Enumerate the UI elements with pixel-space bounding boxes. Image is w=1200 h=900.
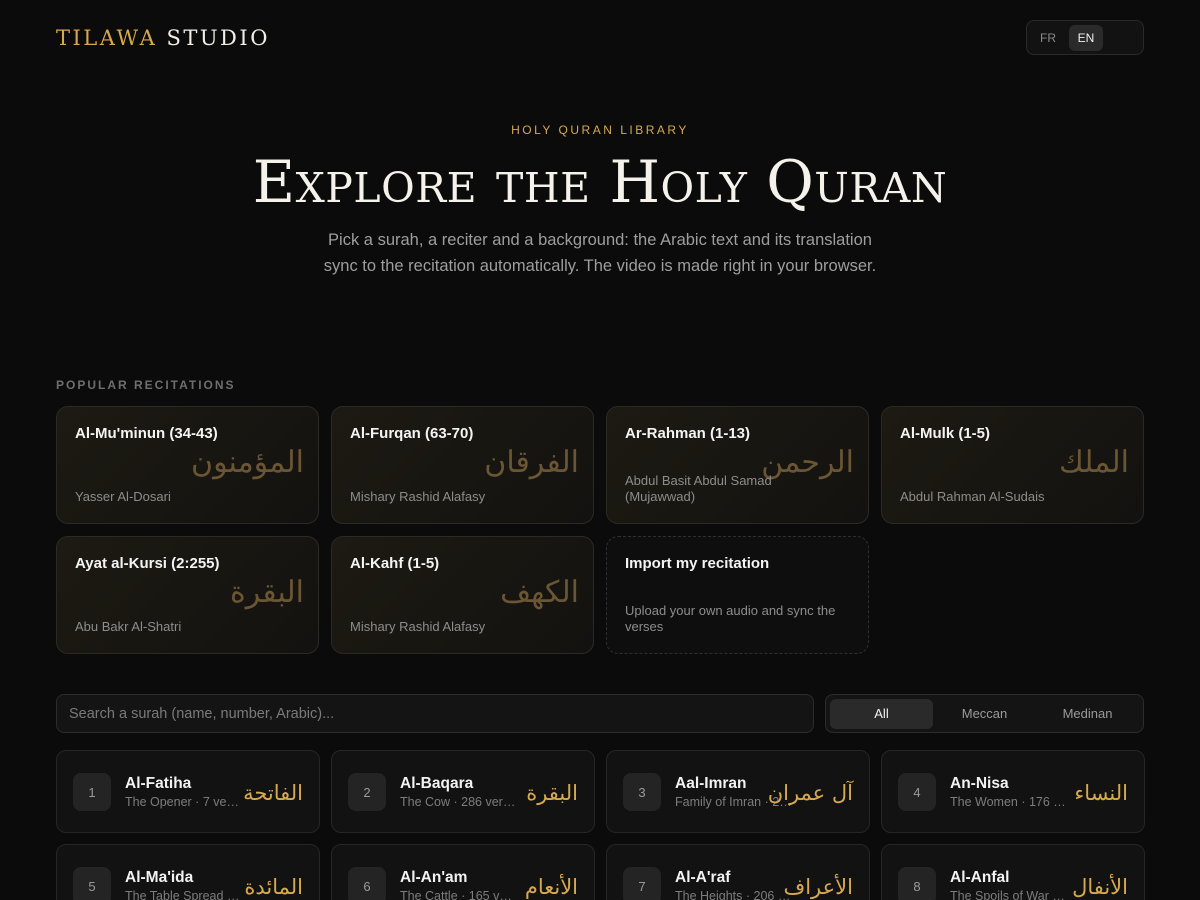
search-input[interactable] (56, 694, 814, 733)
surah-number: 2 (348, 773, 386, 811)
filter-all-button[interactable]: All (830, 698, 933, 729)
popular-card[interactable]: Al-Mulk (1-5) الملك Abdul Rahman Al-Suda… (881, 406, 1144, 524)
surah-card[interactable]: 3 Aal-Imran Family of Imran · 200 verses… (606, 750, 870, 833)
surah-number: 7 (623, 867, 661, 900)
surah-card[interactable]: 6 Al-An'am The Cattle · 165 verses الأنع… (331, 844, 595, 900)
popular-card-title: Ayat al-Kursi (2:255) (75, 555, 220, 572)
surah-grid: 1 Al-Fatiha The Opener · 7 verses الفاتح… (56, 750, 1145, 900)
popular-card[interactable]: Al-Kahf (1-5) الكهف Mishary Rashid Alafa… (331, 536, 594, 654)
lang-en-button[interactable]: EN (1069, 24, 1103, 51)
surah-meta: The Opener · 7 verses (125, 795, 243, 809)
search-row: All Meccan Medinan (56, 694, 1144, 733)
surah-number: 4 (898, 773, 936, 811)
surah-name: Al-Anfal (950, 869, 1010, 886)
popular-card-title: Al-Mulk (1-5) (900, 425, 990, 442)
surah-name: Al-Fatiha (125, 775, 192, 792)
popular-card-arabic: الملك (1058, 445, 1129, 480)
surah-meta: The Cow · 286 verses (400, 795, 518, 809)
logo-first-word: TILAWA (56, 25, 158, 50)
surah-number: 3 (623, 773, 661, 811)
popular-card-title: Al-Kahf (1-5) (350, 555, 440, 572)
popular-card-arabic: البقرة (230, 575, 304, 610)
surah-name: An-Nisa (950, 775, 1009, 792)
surah-meta: The Women · 176 verses (950, 795, 1068, 809)
surah-name: Al-A'raf (675, 869, 731, 886)
surah-card[interactable]: 4 An-Nisa The Women · 176 verses النساء (881, 750, 1145, 833)
surah-name: Aal-Imran (675, 775, 747, 792)
surah-arabic: البقرة (526, 781, 578, 805)
surah-number: 5 (73, 867, 111, 900)
surah-name: Al-An'am (400, 869, 468, 886)
popular-card-title: Al-Furqan (63-70) (350, 425, 474, 442)
filter-medinan-button[interactable]: Medinan (1036, 699, 1139, 729)
hero-subtitle: Pick a surah, a reciter and a background… (323, 231, 877, 275)
revelation-filter: All Meccan Medinan (825, 694, 1144, 733)
surah-number: 1 (73, 773, 111, 811)
popular-card-reciter: Mishary Rashid Alafasy (350, 489, 486, 504)
import-card-title: Import my recitation (625, 555, 770, 572)
popular-card-reciter: Abdul Rahman Al-Sudais (900, 489, 1045, 504)
popular-card[interactable]: Al-Furqan (63-70) الفرقان Mishary Rashid… (331, 406, 594, 524)
import-recitation-card[interactable]: Import my recitation Upload your own aud… (606, 536, 869, 654)
logo-second-word: STUDIO (166, 25, 270, 50)
surah-arabic: الأنفال (1072, 875, 1128, 899)
surah-card[interactable]: 7 Al-A'raf The Heights · 206 verses الأع… (606, 844, 870, 900)
popular-card-reciter: Mishary Rashid Alafasy (350, 619, 486, 634)
surah-arabic: الأنعام (524, 875, 578, 899)
surah-meta: The Heights · 206 verses (675, 889, 793, 900)
surah-arabic: الأعراف (783, 875, 853, 899)
surah-name: Al-Ma'ida (125, 869, 194, 886)
hero: HOLY QURAN LIBRARY Explore the Holy Qura… (0, 123, 1200, 279)
surah-meta: The Cattle · 165 verses (400, 889, 518, 900)
surah-arabic: آل عمران (767, 781, 853, 805)
lang-fr-button[interactable]: FR (1031, 25, 1065, 51)
popular-card[interactable]: Ar-Rahman (1-13) الرحمن Abdul Basit Abdu… (606, 406, 869, 524)
popular-card-reciter: Yasser Al-Dosari (75, 489, 171, 504)
logo[interactable]: TILAWA STUDIO (56, 26, 270, 50)
import-card-description: Upload your own audio and sync the verse… (625, 603, 836, 634)
popular-card-arabic: الكهف (500, 575, 579, 610)
page-title: Explore the Holy Quran (252, 148, 948, 216)
hero-eyebrow: HOLY QURAN LIBRARY (511, 123, 689, 137)
surah-number: 8 (898, 867, 936, 900)
popular-card[interactable]: Ayat al-Kursi (2:255) البقرة Abu Bakr Al… (56, 536, 319, 654)
popular-card-title: Ar-Rahman (1-13) (625, 425, 751, 442)
popular-card-arabic: المؤمنون (191, 445, 304, 480)
surah-arabic: الفاتحة (243, 781, 303, 805)
surah-card[interactable]: 2 Al-Baqara The Cow · 286 verses البقرة (331, 750, 595, 833)
popular-card-reciter: Abdul Basit Abdul Samad (Mujawwad) (625, 473, 772, 504)
filter-meccan-button[interactable]: Meccan (933, 699, 1036, 729)
surah-number: 6 (348, 867, 386, 900)
surah-card[interactable]: 8 Al-Anfal The Spoils of War · 75 verses… (881, 844, 1145, 900)
surah-card[interactable]: 5 Al-Ma'ida The Table Spread · 120 verse… (56, 844, 320, 900)
language-switcher: FR EN (1026, 20, 1144, 55)
surah-card[interactable]: 1 Al-Fatiha The Opener · 7 verses الفاتح… (56, 750, 320, 833)
popular-recitations-grid: Al-Mu'minun (34-43) المؤمنون Yasser Al-D… (56, 406, 1144, 654)
surah-meta: The Table Spread · 120 verses (125, 889, 243, 900)
popular-card[interactable]: Al-Mu'minun (34-43) المؤمنون Yasser Al-D… (56, 406, 319, 524)
surah-name: Al-Baqara (400, 775, 474, 792)
surah-meta: The Spoils of War · 75 verses (950, 889, 1068, 900)
popular-card-reciter: Abu Bakr Al-Shatri (75, 619, 182, 634)
surah-arabic: المائدة (244, 875, 303, 899)
surah-arabic: النساء (1074, 781, 1128, 805)
popular-card-title: Al-Mu'minun (34-43) (75, 425, 218, 442)
header: TILAWA STUDIO FR EN (56, 20, 1144, 55)
popular-section-label: POPULAR RECITATIONS (56, 378, 236, 392)
popular-card-arabic: الفرقان (484, 445, 579, 480)
